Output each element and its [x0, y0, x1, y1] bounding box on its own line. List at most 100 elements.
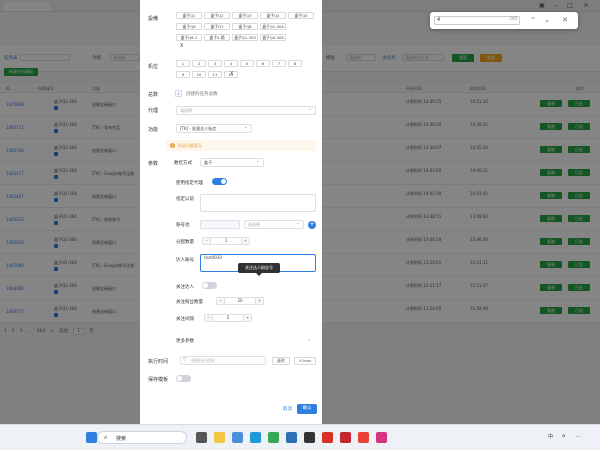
- screen: ▣ – □ ✕ 任务表 功能 请选择 模板 请选择 主任务 请选择主任务 搜索 …: [0, 0, 600, 450]
- exec-delay-button[interactable]: 延时: [272, 357, 290, 365]
- alloc-label: 分配数量: [176, 240, 194, 245]
- follow-interval-plus[interactable]: +: [243, 315, 251, 321]
- account-label: 账号池: [176, 223, 190, 228]
- box-chip[interactable]: 盒子Q1: [176, 12, 202, 19]
- add-account-icon[interactable]: +: [308, 221, 316, 229]
- slot-chip[interactable]: 9: [176, 71, 190, 78]
- windows-start-icon[interactable]: [86, 432, 97, 443]
- app-icon-4[interactable]: [340, 432, 351, 443]
- follow-count-plus[interactable]: +: [255, 298, 263, 304]
- box-chip[interactable]: 盒子Q8-1: [176, 34, 202, 41]
- slot-chip[interactable]: 6: [256, 60, 270, 67]
- chrome-icon[interactable]: [268, 432, 279, 443]
- func-select[interactable]: [TK] - 批量达人私信: [176, 124, 252, 133]
- box-chip[interactable]: 盒子Q7: [204, 23, 230, 30]
- cancel-button[interactable]: 取消: [283, 406, 292, 412]
- alloc-value: 1: [224, 238, 228, 243]
- account-type-select[interactable]: [200, 220, 240, 229]
- wps-icon[interactable]: [322, 432, 333, 443]
- batch-count-badge: 4: [175, 90, 182, 97]
- box-chip[interactable]: 盒子Q4: [260, 12, 286, 19]
- find-close-icon[interactable]: ✕: [560, 15, 570, 25]
- edge-icon[interactable]: [250, 432, 261, 443]
- follow-count-value: 20: [237, 298, 243, 303]
- file-explorer-icon[interactable]: [214, 432, 225, 443]
- alloc-minus[interactable]: −: [203, 238, 211, 244]
- find-prev-icon[interactable]: ⌃: [528, 15, 538, 25]
- slot-chip[interactable]: 7: [272, 60, 286, 67]
- app-icon-3[interactable]: [304, 432, 315, 443]
- box-chip[interactable]: 盒子Q3: [232, 12, 258, 19]
- clock[interactable]: ...: [576, 433, 581, 439]
- box-chip[interactable]: 盒子Q1-303: [232, 34, 258, 41]
- box-chip[interactable]: 盒子5-隔: [204, 34, 230, 41]
- alloc-plus[interactable]: +: [241, 238, 249, 244]
- follow-toggle[interactable]: [202, 282, 217, 289]
- taskbar: ⌕ 搜索 中 ⌂ ...: [0, 424, 600, 450]
- box-chip[interactable]: 盒子Q5: [288, 12, 314, 19]
- proxy-label: 使用指定代理: [176, 181, 203, 186]
- slot-chip[interactable]: 11: [208, 71, 222, 78]
- more-params-label[interactable]: 更多参数: [176, 338, 194, 344]
- find-next-icon[interactable]: ⌄: [542, 15, 552, 25]
- network-icon[interactable]: ⌂: [562, 433, 565, 439]
- chevron-right-icon[interactable]: ›: [308, 337, 310, 344]
- follow-label: 关注达人: [176, 285, 194, 290]
- kol-label: 达人账号: [176, 258, 194, 263]
- slot-chip[interactable]: 3: [208, 60, 222, 67]
- slot-clear-icon[interactable]: X: [230, 71, 233, 77]
- batch-label: 总数: [148, 92, 159, 98]
- slot-chip[interactable]: 5: [240, 60, 254, 67]
- find-bar: 4 0/0 ⌃ ⌄ ✕: [430, 12, 578, 29]
- alloc-stepper[interactable]: − 1 +: [202, 237, 250, 245]
- box-chip[interactable]: 盒子Q8: [232, 23, 258, 30]
- proxy-addr-textarea[interactable]: [200, 194, 316, 212]
- box-chip[interactable]: 盒子Q4-305: [260, 34, 286, 41]
- account-pool-select[interactable]: 请选择: [244, 220, 304, 229]
- follow-interval-minus[interactable]: −: [205, 315, 213, 321]
- slot-chip[interactable]: 2: [192, 60, 206, 67]
- taskbar-search[interactable]: ⌕ 搜索: [97, 431, 187, 444]
- notice-banner: ! 所选功能暂无: [166, 140, 316, 151]
- follow-interval-label: 关注间隔: [176, 317, 194, 322]
- exec-label: 执行时间: [148, 359, 169, 365]
- box-clear-icon[interactable]: X: [180, 43, 183, 49]
- app-icon-6[interactable]: [376, 432, 387, 443]
- box-chip[interactable]: 盒子Q1-304: [260, 23, 286, 30]
- exec-plus-min-button[interactable]: +1min: [294, 357, 316, 365]
- clock-icon: ◷: [183, 357, 187, 362]
- tooltip: 关注达人粉丝号: [238, 263, 280, 276]
- box-chip[interactable]: 盒子Q2: [204, 12, 230, 19]
- taskbar-search-text: 搜索: [116, 436, 127, 442]
- follow-count-minus[interactable]: −: [217, 298, 225, 304]
- ime-indicator[interactable]: 中: [548, 433, 553, 440]
- app-icon-2[interactable]: [286, 432, 297, 443]
- info-icon: !: [170, 143, 175, 148]
- app-icon-5[interactable]: [358, 432, 369, 443]
- func-label: 功能: [148, 127, 159, 133]
- task-view-icon[interactable]: [196, 432, 207, 443]
- exec-placeholder: 选择执行时间: [191, 358, 215, 363]
- param-label: 参数: [148, 161, 159, 167]
- slot-chip[interactable]: 8: [288, 60, 302, 67]
- confirm-button[interactable]: 确认: [297, 404, 317, 414]
- slot-chip[interactable]: 10: [192, 71, 206, 78]
- app-icon[interactable]: [232, 432, 243, 443]
- save-template-label: 保存模板: [148, 377, 169, 383]
- save-template-toggle[interactable]: [176, 375, 191, 382]
- search-icon: ⌕: [104, 434, 108, 441]
- find-count: 0/0: [510, 17, 518, 22]
- agent-select[interactable]: 请选择: [176, 106, 316, 115]
- exec-time-input[interactable]: 选择执行时间: [180, 356, 266, 365]
- box-chip[interactable]: 盒子Q6: [176, 23, 202, 30]
- slot-chip[interactable]: 4: [224, 60, 238, 67]
- slot-chip[interactable]: 1: [176, 60, 190, 67]
- mode-select[interactable]: 盒子: [200, 158, 264, 167]
- mode-label: 数控方式: [174, 161, 192, 166]
- follow-interval-stepper[interactable]: − 2 +: [204, 314, 252, 322]
- follow-interval-value: 2: [226, 315, 230, 320]
- find-input[interactable]: 4: [434, 16, 520, 25]
- follow-count-stepper[interactable]: − 20 +: [216, 297, 264, 305]
- proxy-toggle[interactable]: [212, 178, 227, 185]
- batch-text: 创建的任务总数: [186, 92, 218, 97]
